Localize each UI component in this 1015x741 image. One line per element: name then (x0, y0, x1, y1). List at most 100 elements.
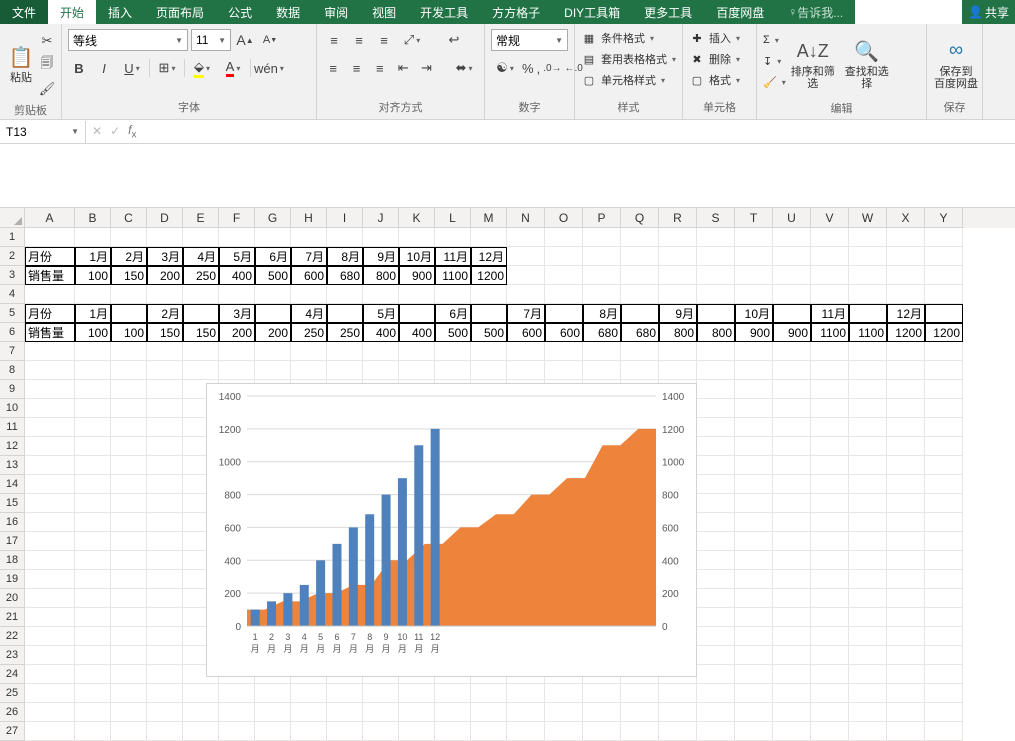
row-header[interactable]: 20 (0, 589, 25, 608)
cell[interactable]: 1月 (75, 247, 111, 266)
tab-file[interactable]: 文件 (0, 0, 48, 24)
cell[interactable] (327, 684, 363, 703)
cell[interactable] (773, 684, 811, 703)
cell[interactable] (659, 266, 697, 285)
cell[interactable] (735, 342, 773, 361)
cell[interactable] (111, 456, 147, 475)
cell[interactable]: 5月 (363, 304, 399, 323)
cell[interactable] (111, 513, 147, 532)
sort-filter-button[interactable]: A↓Z 排序和筛选 (786, 28, 840, 98)
cell[interactable] (697, 304, 735, 323)
cell[interactable] (849, 228, 887, 247)
cell[interactable] (435, 342, 471, 361)
cell[interactable] (811, 665, 849, 684)
cell[interactable] (735, 437, 773, 456)
cell[interactable] (849, 665, 887, 684)
cell[interactable] (887, 665, 925, 684)
cell[interactable] (75, 608, 111, 627)
cell[interactable] (811, 361, 849, 380)
cell[interactable] (327, 228, 363, 247)
cell[interactable] (363, 684, 399, 703)
cell[interactable] (147, 551, 183, 570)
cell[interactable] (435, 703, 471, 722)
cell[interactable] (697, 532, 735, 551)
cell[interactable] (887, 570, 925, 589)
cell[interactable] (25, 551, 75, 570)
cell[interactable] (363, 342, 399, 361)
cell[interactable] (75, 646, 111, 665)
cell[interactable] (435, 684, 471, 703)
cell[interactable]: 4月 (183, 247, 219, 266)
cell[interactable] (849, 266, 887, 285)
col-header[interactable]: B (75, 208, 111, 228)
cell[interactable] (471, 703, 507, 722)
cell[interactable] (735, 475, 773, 494)
cell[interactable] (811, 418, 849, 437)
cell[interactable] (887, 684, 925, 703)
cell[interactable] (111, 532, 147, 551)
cell[interactable]: 800 (697, 323, 735, 342)
cell[interactable] (773, 418, 811, 437)
cell[interactable] (735, 380, 773, 399)
cell[interactable] (147, 646, 183, 665)
row-header[interactable]: 7 (0, 342, 25, 361)
cell[interactable] (111, 684, 147, 703)
format-cells-button[interactable]: ▢格式▾ (689, 70, 750, 90)
cell[interactable] (75, 513, 111, 532)
cell[interactable] (111, 285, 147, 304)
cell[interactable] (25, 475, 75, 494)
cell[interactable] (219, 684, 255, 703)
cell[interactable] (111, 228, 147, 247)
cell[interactable] (697, 418, 735, 437)
cell[interactable] (621, 266, 659, 285)
share-button[interactable]: 👤共享 (962, 0, 1015, 24)
cell[interactable] (811, 475, 849, 494)
cell[interactable] (75, 418, 111, 437)
cell[interactable] (471, 228, 507, 247)
select-all-corner[interactable] (0, 208, 25, 228)
cell[interactable]: 6月 (255, 247, 291, 266)
cell[interactable] (697, 380, 735, 399)
cell[interactable] (621, 304, 659, 323)
col-header[interactable]: Q (621, 208, 659, 228)
italic-button[interactable]: I (93, 57, 115, 79)
cell[interactable] (659, 684, 697, 703)
cell[interactable] (111, 437, 147, 456)
cell[interactable] (621, 247, 659, 266)
cell[interactable] (545, 228, 583, 247)
cell[interactable] (147, 399, 183, 418)
col-header[interactable]: F (219, 208, 255, 228)
cell[interactable] (735, 646, 773, 665)
cell[interactable] (659, 285, 697, 304)
row-header[interactable]: 11 (0, 418, 25, 437)
col-header[interactable]: H (291, 208, 327, 228)
cell[interactable] (75, 228, 111, 247)
cell[interactable] (399, 684, 435, 703)
cell[interactable] (925, 551, 963, 570)
cell[interactable] (773, 570, 811, 589)
cell[interactable] (849, 418, 887, 437)
cell[interactable] (811, 684, 849, 703)
cell[interactable] (25, 494, 75, 513)
cell[interactable] (849, 285, 887, 304)
cell[interactable] (75, 684, 111, 703)
cell[interactable]: 1200 (925, 323, 963, 342)
cell[interactable] (111, 475, 147, 494)
cell[interactable]: 3月 (147, 247, 183, 266)
row-header[interactable]: 4 (0, 285, 25, 304)
cell[interactable] (327, 342, 363, 361)
cell[interactable] (219, 285, 255, 304)
cell[interactable]: 10月 (735, 304, 773, 323)
cell[interactable] (75, 703, 111, 722)
cell[interactable] (25, 342, 75, 361)
cell[interactable] (773, 646, 811, 665)
cell[interactable] (25, 456, 75, 475)
formula-input[interactable] (142, 121, 1015, 143)
cell[interactable] (925, 589, 963, 608)
cell[interactable] (887, 646, 925, 665)
row-header[interactable]: 22 (0, 627, 25, 646)
tab-layout[interactable]: 页面布局 (144, 0, 216, 24)
cell[interactable] (811, 437, 849, 456)
col-header[interactable]: E (183, 208, 219, 228)
cell[interactable]: 7月 (291, 247, 327, 266)
